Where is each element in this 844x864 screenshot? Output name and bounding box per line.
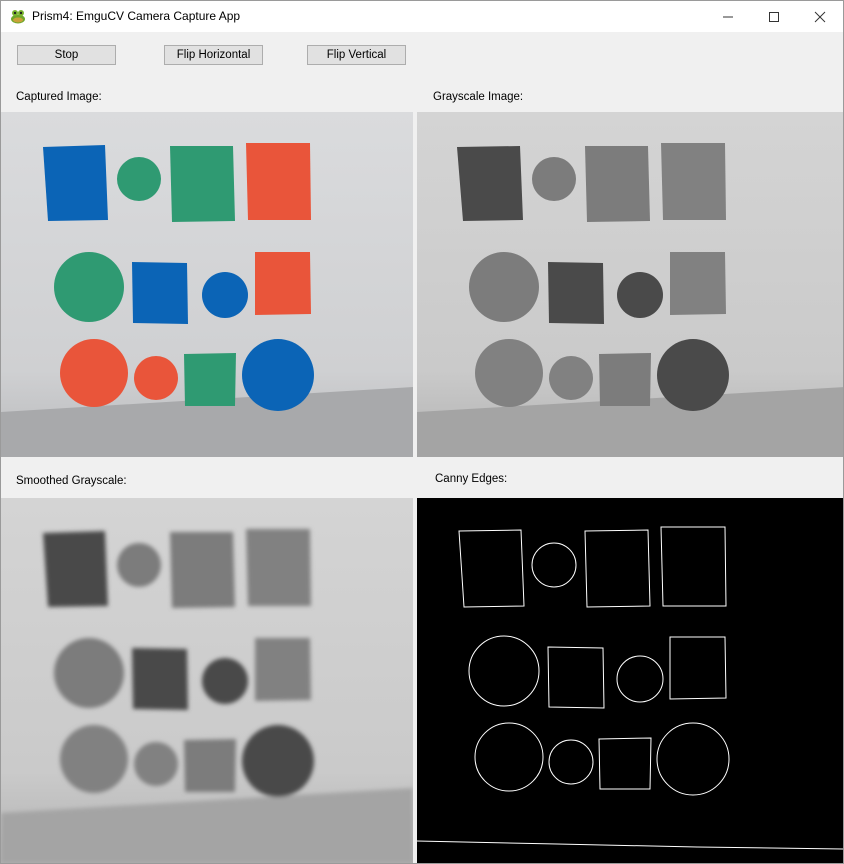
window-title: Prism4: EmguCV Camera Capture App [32, 9, 241, 23]
captured-image [1, 112, 413, 457]
minimize-icon [723, 16, 733, 17]
canny-edges-image [417, 498, 843, 863]
smoothed-grayscale-label: Smoothed Grayscale: [16, 475, 127, 487]
captured-image-label: Captured Image: [16, 91, 102, 103]
title-bar[interactable]: Prism4: EmguCV Camera Capture App [1, 1, 843, 32]
maximize-button[interactable] [751, 1, 797, 32]
close-icon [814, 11, 826, 22]
grayscale-image [417, 112, 843, 457]
app-window: Prism4: EmguCV Camera Capture App Stop F… [0, 0, 844, 864]
grayscale-image-label: Grayscale Image: [433, 91, 524, 103]
flip-horizontal-button[interactable]: Flip Horizontal [164, 45, 263, 65]
frog-icon [11, 10, 25, 24]
canny-edges-label: Canny Edges: [435, 473, 508, 485]
stop-button[interactable]: Stop [17, 45, 116, 65]
close-button[interactable] [797, 1, 843, 32]
smoothed-grayscale-image [1, 498, 413, 863]
flip-vertical-button[interactable]: Flip Vertical [307, 45, 406, 65]
maximize-icon [769, 11, 779, 22]
minimize-button[interactable] [705, 1, 751, 32]
